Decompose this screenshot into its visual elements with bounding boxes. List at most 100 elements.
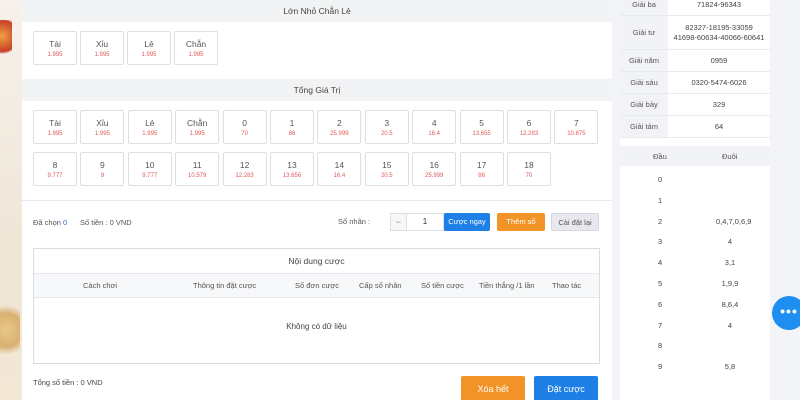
column-header: Tiền thắng /1 lần — [479, 281, 535, 290]
bet-content-table: Nội dung cược Cách chơi Thông tin đặt cượ… — [33, 248, 600, 364]
head-tail-row: 6 8,6,4 — [620, 294, 770, 315]
bet-option-cell[interactable]: 10 9.777 — [127, 152, 172, 186]
prize-row: Giải sáu 0320-5474-6026 — [620, 72, 770, 94]
option-name: 2 — [337, 118, 342, 128]
option-name: 10 — [145, 160, 155, 170]
prize-label: Giải tư — [620, 16, 668, 49]
selected-count: Đã chọn 0 — [33, 218, 67, 227]
option-odds: 10.579 — [188, 173, 207, 179]
bet-option-cell[interactable]: Chẵn 1.995 — [174, 31, 218, 65]
bet-option-cell[interactable]: Lẻ 1.995 — [127, 110, 172, 144]
column-header: Cấp số nhân — [359, 281, 402, 290]
bet-option-cell[interactable]: 12 12.283 — [222, 152, 267, 186]
bet-option-cell[interactable]: 4 16.4 — [412, 110, 457, 144]
bet-option-cell[interactable]: Tài 1.995 — [33, 110, 77, 144]
prize-row: Giải năm 0959 — [620, 50, 770, 72]
bet-option-cell[interactable]: 8 9.777 — [33, 152, 77, 186]
option-name: Lẻ — [145, 118, 155, 128]
option-odds: 13.656 — [282, 173, 302, 179]
prize-value: 82327-18195-33059 41698-60634-40066-60641 — [673, 22, 765, 42]
option-odds: 1.995 — [189, 131, 205, 137]
bet-option-cell[interactable]: Lẻ 1.995 — [127, 31, 171, 65]
amount-label: Số tiền : 0 VND — [80, 218, 132, 227]
tail-value: 0,4,7,0,6,9 — [716, 216, 752, 226]
selected-label: Đã chọn — [33, 218, 61, 227]
section-title-big-small: Lớn Nhỏ Chẵn Lẻ — [22, 0, 612, 22]
option-name: 14 — [334, 160, 345, 170]
bet-option-cell[interactable]: 17 86 — [459, 152, 504, 186]
option-odds: 9.777 — [47, 173, 63, 179]
option-name: 15 — [382, 160, 392, 170]
option-odds: 1.995 — [94, 131, 110, 137]
bet-option-cell[interactable]: 11 10.579 — [175, 152, 220, 186]
option-odds: 12.283 — [519, 131, 539, 137]
decrement-button[interactable]: − — [391, 214, 407, 230]
bet-now-button[interactable]: Cược ngay — [444, 213, 490, 231]
multiplier-input[interactable]: 1 — [407, 214, 443, 230]
prize-label: Giải sáu — [620, 72, 668, 93]
column-header: Thao tác — [552, 281, 582, 290]
tail-column-label: Đuôi — [722, 152, 738, 161]
bet-option-cell[interactable]: 99 — [80, 152, 125, 186]
clear-all-button[interactable]: Xóa hết — [461, 376, 525, 400]
column-header: Số đơn cược — [295, 281, 340, 290]
reset-button[interactable]: Cài đặt lại — [551, 213, 599, 231]
option-odds: 1.995 — [47, 131, 63, 137]
bet-option-cell[interactable]: Xỉu 1.995 — [80, 110, 125, 144]
head-value: 6 — [658, 299, 663, 309]
bet-option-cell[interactable]: 6 12.283 — [507, 110, 551, 144]
option-name: Chẵn — [185, 39, 207, 49]
decoration-image-top — [0, 20, 12, 60]
option-name: 12 — [239, 160, 250, 170]
selected-count-value: 0 — [63, 218, 68, 227]
option-odds: 70 — [525, 173, 533, 179]
empty-state-text: Không có dữ liệu — [286, 322, 347, 331]
bet-option-cell[interactable]: Tài 1.995 — [33, 31, 77, 65]
option-name: Xỉu — [96, 118, 109, 128]
bet-option-cell[interactable]: 16 25.999 — [412, 152, 457, 186]
column-header: Thông tin đặt cược — [193, 281, 257, 290]
bet-option-cell[interactable]: Xỉu 1.995 — [80, 31, 124, 65]
head-value: 2 — [658, 216, 663, 226]
option-odds: 16.4 — [428, 131, 441, 137]
bet-option-cell[interactable]: 18 70 — [507, 152, 551, 186]
option-odds: 20.5 — [380, 131, 393, 137]
option-odds: 25.999 — [330, 131, 349, 137]
option-name: Chẵn — [187, 118, 208, 128]
column-header: Cách chơi — [83, 281, 118, 290]
head-value: 7 — [658, 320, 663, 330]
multiplier-label: Số nhân : — [338, 217, 371, 226]
bet-option-cell[interactable]: 7 10.875 — [554, 110, 599, 144]
option-name: Lẻ — [144, 39, 154, 49]
option-name: Tài — [49, 118, 61, 128]
bet-option-cell[interactable]: 14 16.4 — [317, 152, 362, 186]
prize-row: Giải bảy 329 — [620, 94, 770, 116]
tail-value: 4 — [727, 237, 733, 247]
add-number-button[interactable]: Thêm số — [497, 213, 545, 231]
tail-value: 5,8 — [724, 362, 736, 372]
bet-option-cell[interactable]: 5 13.655 — [459, 110, 504, 144]
prize-row: Giải ba 71824-96343 — [620, 0, 770, 16]
bet-option-cell[interactable]: 13 13.656 — [270, 152, 314, 186]
more-options-button[interactable]: ••• — [772, 296, 800, 330]
bet-option-cell[interactable]: Chẵn 1.995 — [175, 110, 220, 144]
option-odds: 86 — [478, 173, 485, 179]
head-tail-row: 74 — [620, 315, 770, 336]
option-name: Xỉu — [95, 39, 109, 49]
prize-label: Giải ba — [620, 0, 668, 15]
bet-option-cell[interactable]: 15 20.5 — [364, 152, 409, 186]
place-bet-button[interactable]: Đặt cược — [534, 376, 598, 400]
prize-value: 0320-5474-6026 — [691, 77, 747, 87]
option-odds: 86 — [288, 131, 296, 137]
bet-option-cell[interactable]: 3 20.5 — [364, 110, 409, 144]
prize-label: Giải bảy — [620, 94, 668, 115]
prize-value: 0959 — [710, 55, 728, 65]
bet-option-cell[interactable]: 2 25.999 — [317, 110, 362, 144]
option-odds: 1.995 — [47, 52, 63, 58]
option-odds: 13.655 — [472, 131, 491, 137]
option-name: 4 — [431, 118, 437, 128]
bet-option-cell[interactable]: 0 70 — [222, 110, 267, 144]
bet-option-cell[interactable]: 1 86 — [270, 110, 314, 144]
option-odds: 9.777 — [142, 173, 158, 179]
option-odds: 70 — [241, 131, 248, 137]
